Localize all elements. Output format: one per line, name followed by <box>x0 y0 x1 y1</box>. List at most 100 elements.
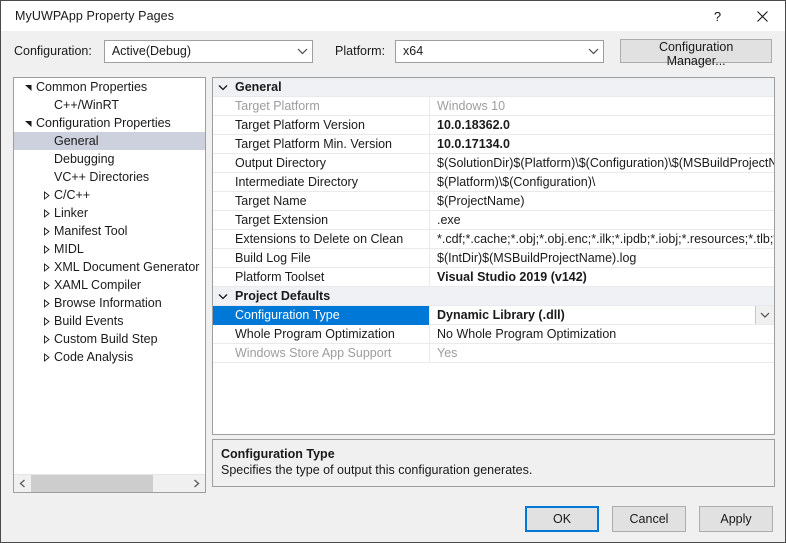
scroll-thumb[interactable] <box>31 475 154 492</box>
configuration-toolbar: Configuration: Active(Debug) Platform: x… <box>1 31 785 71</box>
triangle-right-icon[interactable] <box>38 262 54 272</box>
chevron-left-icon <box>19 479 25 488</box>
triangle-right-icon[interactable] <box>38 280 54 290</box>
tree-item-label: Build Events <box>54 314 124 328</box>
configuration-dropdown[interactable]: Active(Debug) <box>103 39 314 63</box>
chevron-down-icon <box>292 48 312 55</box>
triangle-right-icon[interactable] <box>38 316 54 326</box>
grid-property-name: Whole Program Optimization <box>235 326 395 341</box>
grid-row[interactable]: Target Platform Min. Version 10.0.17134.0 <box>213 134 774 154</box>
configuration-value: Active(Debug) <box>111 44 192 58</box>
tree-item-label: Common Properties <box>36 80 148 94</box>
grid-property-name: Intermediate Directory <box>235 174 358 189</box>
help-button[interactable]: ? <box>695 1 740 31</box>
triangle-right-icon[interactable] <box>38 226 54 236</box>
ok-button[interactable]: OK <box>525 506 599 532</box>
grid-row[interactable]: Target Name $(ProjectName) <box>213 191 774 211</box>
tree-item-configuration-properties[interactable]: Configuration Properties <box>14 114 205 132</box>
grid-row[interactable]: Platform Toolset Visual Studio 2019 (v142… <box>213 267 774 287</box>
scroll-track[interactable] <box>31 475 188 492</box>
grid-property-name: Build Log File <box>235 250 311 265</box>
description-title: Configuration Type <box>221 447 335 461</box>
apply-button[interactable]: Apply <box>699 506 773 532</box>
grid-property-name: Target Extension <box>235 212 329 227</box>
tree-item-xaml-compiler[interactable]: XAML Compiler <box>14 276 205 294</box>
platform-value: x64 <box>403 44 424 58</box>
tree-item-code-analysis[interactable]: Code Analysis <box>14 348 205 366</box>
tree-item-c-winrt[interactable]: C++/WinRT <box>14 96 205 114</box>
scroll-left-button[interactable] <box>14 475 31 492</box>
tree-item-linker[interactable]: Linker <box>14 204 205 222</box>
title-bar: MyUWPApp Property Pages ? <box>1 1 785 31</box>
tree-item-label: C++/WinRT <box>54 98 120 112</box>
scroll-right-button[interactable] <box>188 475 205 492</box>
grid-row[interactable]: Target Extension .exe <box>213 210 774 230</box>
close-button[interactable] <box>740 1 785 31</box>
dialog-footer: OK Cancel Apply <box>525 506 773 532</box>
tree-item-vc-directories[interactable]: VC++ Directories <box>14 168 205 186</box>
grid-property-name: Output Directory <box>235 155 327 170</box>
property-grid-panel: General Target Platform Windows 10 Target P… <box>212 77 775 435</box>
tree-item-manifest-tool[interactable]: Manifest Tool <box>14 222 205 240</box>
window-title: MyUWPApp Property Pages <box>15 9 175 23</box>
grid-property-value: $(SolutionDir)$(Platform)\$(Configuratio… <box>429 153 774 173</box>
triangle-right-icon[interactable] <box>38 190 54 200</box>
value-dropdown-button[interactable] <box>755 306 774 324</box>
configuration-label: Configuration: <box>14 44 92 58</box>
tree-item-label: Custom Build Step <box>54 332 158 346</box>
grid-property-value: No Whole Program Optimization <box>429 324 774 344</box>
grid-category-project-defaults[interactable]: Project Defaults <box>213 287 774 306</box>
tree-item-midl[interactable]: MIDL <box>14 240 205 258</box>
grid-property-value: 10.0.17134.0 <box>429 134 774 154</box>
grid-property-value: $(IntDir)$(MSBuildProjectName).log <box>429 248 774 268</box>
grid-row[interactable]: Intermediate Directory $(Platform)\$(Conf… <box>213 172 774 192</box>
properties-tree[interactable]: Common Properties C++/WinRT Configuration … <box>14 78 205 474</box>
grid-row[interactable]: Configuration Type Dynamic Library (.dll) <box>213 305 774 325</box>
cancel-button[interactable]: Cancel <box>612 506 686 532</box>
triangle-right-icon[interactable] <box>38 298 54 308</box>
tree-item-custom-build-step[interactable]: Custom Build Step <box>14 330 205 348</box>
grid-row[interactable]: Windows Store App Support Yes <box>213 343 774 363</box>
tree-item-label: Manifest Tool <box>54 224 128 238</box>
grid-row[interactable]: Build Log File $(IntDir)$(MSBuildProjectN… <box>213 248 774 268</box>
grid-property-value: Windows 10 <box>429 96 774 116</box>
grid-row[interactable]: Output Directory $(SolutionDir)$(Platform… <box>213 153 774 173</box>
triangle-right-icon[interactable] <box>38 352 54 362</box>
tree-item-browse-information[interactable]: Browse Information <box>14 294 205 312</box>
grid-property-name: Platform Toolset <box>235 269 325 284</box>
grid-row[interactable]: Whole Program Optimization No Whole Progr… <box>213 324 774 344</box>
properties-tree-panel: Common Properties C++/WinRT Configuration … <box>13 77 206 493</box>
tree-item-c-c[interactable]: C/C++ <box>14 186 205 204</box>
triangle-right-icon[interactable] <box>38 244 54 254</box>
configuration-manager-button[interactable]: Configuration Manager... <box>620 39 772 68</box>
chevron-down-icon[interactable] <box>213 293 233 300</box>
grid-row[interactable]: Extensions to Delete on Clean *.cdf;*.cac… <box>213 229 774 249</box>
triangle-down-icon[interactable] <box>20 83 36 92</box>
question-mark-icon: ? <box>713 8 722 24</box>
triangle-right-icon[interactable] <box>38 334 54 344</box>
tree-item-label: VC++ Directories <box>54 170 150 184</box>
description-text: Specifies the type of output this config… <box>221 463 533 477</box>
grid-property-name: Target Name <box>235 193 307 208</box>
triangle-right-icon[interactable] <box>38 208 54 218</box>
grid-property-value[interactable]: Dynamic Library (.dll) <box>429 305 774 325</box>
grid-category-general[interactable]: General <box>213 78 774 97</box>
grid-row[interactable]: Target Platform Version 10.0.18362.0 <box>213 115 774 135</box>
tree-item-build-events[interactable]: Build Events <box>14 312 205 330</box>
grid-property-value: *.cdf;*.cache;*.obj;*.obj.enc;*.ilk;*.ip… <box>429 229 774 249</box>
close-icon <box>757 10 768 22</box>
chevron-down-icon[interactable] <box>213 84 233 91</box>
grid-row[interactable]: Target Platform Windows 10 <box>213 96 774 116</box>
tree-item-common-properties[interactable]: Common Properties <box>14 78 205 96</box>
tree-item-general[interactable]: General <box>14 132 205 150</box>
platform-dropdown[interactable]: x64 <box>395 39 605 63</box>
description-panel: Configuration Type Specifies the type of… <box>212 439 775 487</box>
tree-item-xml-document-generator[interactable]: XML Document Generator <box>14 258 205 276</box>
tree-item-debugging[interactable]: Debugging <box>14 150 205 168</box>
triangle-down-icon[interactable] <box>20 119 36 128</box>
grid-property-value: $(ProjectName) <box>429 191 774 211</box>
grid-property-value: .exe <box>429 210 774 230</box>
property-grid[interactable]: General Target Platform Windows 10 Target P… <box>213 78 774 363</box>
tree-horizontal-scrollbar[interactable] <box>14 474 205 492</box>
grid-property-name: Target Platform <box>235 98 320 113</box>
